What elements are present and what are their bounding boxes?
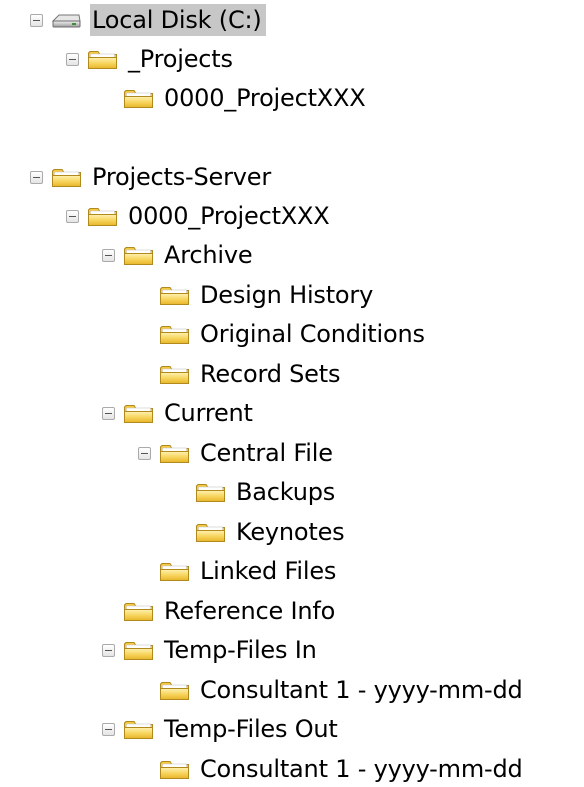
collapse-toggle-icon[interactable] [102, 722, 115, 736]
tree-node-label: Projects-Server [92, 163, 271, 191]
tree-node-projects[interactable]: _Projects [66, 41, 237, 77]
folder-icon [124, 721, 153, 739]
tree-node-label: Design History [200, 281, 374, 309]
collapse-toggle-icon[interactable] [102, 643, 115, 657]
collapse-toggle-icon[interactable] [66, 209, 79, 223]
folder-icon [160, 445, 189, 463]
tree-node-reference-info[interactable]: Reference Info [102, 593, 339, 629]
folder-icon [124, 405, 153, 423]
tree-node-server-0000[interactable]: 0000_ProjectXXX [66, 198, 334, 234]
tree-node-label: Reference Info [164, 597, 336, 625]
folder-icon [160, 366, 189, 384]
folder-icon [88, 51, 117, 69]
folder-icon [196, 524, 225, 542]
tree-node-label: _Projects [128, 45, 233, 73]
tree-node-original-conditions[interactable]: Original Conditions [138, 316, 429, 352]
tree-node-label: Record Sets [200, 360, 341, 388]
tree-node-label: Temp-Files Out [164, 715, 338, 743]
tree-node-design-history[interactable]: Design History [138, 277, 377, 313]
tree-node-projects-server[interactable]: Projects-Server [30, 159, 275, 195]
collapse-toggle-icon[interactable] [30, 13, 43, 27]
folder-icon [124, 247, 153, 265]
collapse-toggle-icon[interactable] [102, 406, 115, 420]
tree-node-keynotes[interactable]: Keynotes [174, 514, 349, 550]
tree-node-label: Temp-Files In [164, 636, 317, 664]
tree-node-local-disk[interactable]: Local Disk (C:) [30, 2, 266, 38]
folder-icon [124, 603, 153, 621]
folder-icon [52, 169, 81, 187]
drive-icon [51, 14, 81, 28]
tree-node-label: Current [164, 399, 253, 427]
folder-icon [124, 90, 153, 108]
folder-icon [160, 682, 189, 700]
tree-node-temp-files-out[interactable]: Temp-Files Out [102, 711, 342, 747]
collapse-toggle-icon[interactable] [66, 52, 79, 66]
tree-node-current[interactable]: Current [102, 395, 257, 431]
folder-icon [160, 287, 189, 305]
collapse-toggle-icon[interactable] [138, 446, 151, 460]
tree-node-label: Consultant 1 - yyyy-mm-dd [200, 755, 523, 783]
tree-node-label: Linked Files [200, 557, 337, 585]
tree-node-label: Consultant 1 - yyyy-mm-dd [200, 676, 523, 704]
tree-node-label: Keynotes [236, 518, 345, 546]
tree-node-central-file[interactable]: Central File [138, 435, 337, 471]
tree-node-record-sets[interactable]: Record Sets [138, 356, 344, 392]
collapse-toggle-icon[interactable] [30, 170, 43, 184]
tree-node-label: Original Conditions [200, 320, 425, 348]
tree-node-label: Backups [236, 478, 336, 506]
folder-icon [160, 326, 189, 344]
tree-node-label: Central File [200, 439, 333, 467]
tree-node-temp-in-consultant-1[interactable]: Consultant 1 - yyyy-mm-dd [138, 672, 527, 708]
collapse-toggle-icon[interactable] [102, 248, 115, 262]
folder-icon [160, 563, 189, 581]
folder-icon [160, 761, 189, 779]
folder-icon [196, 484, 225, 502]
tree-node-archive[interactable]: Archive [102, 237, 256, 273]
tree-node-backups[interactable]: Backups [174, 474, 339, 510]
tree-node-linked-files[interactable]: Linked Files [138, 553, 340, 589]
tree-node-temp-out-consultant-1[interactable]: Consultant 1 - yyyy-mm-dd [138, 751, 527, 787]
tree-node-label: 0000_ProjectXXX [128, 202, 330, 230]
tree-node-label: 0000_ProjectXXX [164, 84, 366, 112]
tree-node-projects-0000[interactable]: 0000_ProjectXXX [102, 80, 370, 116]
folder-tree: Local Disk (C:) _Projects 0000_ProjectXXX P… [0, 0, 584, 785]
folder-icon [88, 208, 117, 226]
folder-icon [124, 642, 153, 660]
tree-node-temp-files-in[interactable]: Temp-Files In [102, 632, 321, 668]
tree-node-label: Local Disk (C:) [90, 4, 266, 36]
tree-node-label: Archive [164, 241, 253, 269]
